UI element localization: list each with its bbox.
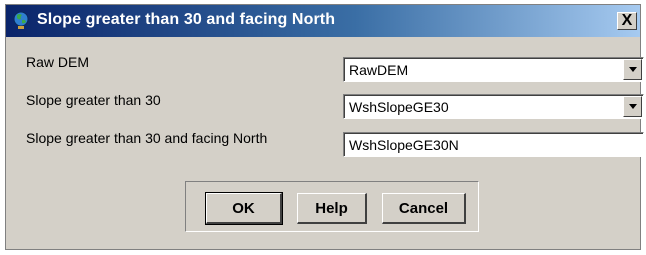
slope-ge30-north-input[interactable]: WshSlopeGE30N	[343, 132, 644, 157]
window-title: Slope greater than 30 and facing North	[37, 11, 336, 28]
slope-ge30-label: Slope greater than 30	[26, 92, 161, 108]
slope-ge30-value: WshSlopeGE30	[349, 99, 449, 115]
dialog-window: Slope greater than 30 and facing North X…	[5, 4, 644, 250]
raw-dem-label: Raw DEM	[26, 54, 90, 70]
close-icon: X	[621, 12, 633, 29]
button-group: OK Help Cancel	[185, 181, 479, 232]
slope-ge30-north-label: Slope greater than 30 and facing North	[26, 130, 268, 146]
help-button[interactable]: Help	[297, 193, 367, 224]
chevron-down-icon[interactable]	[623, 59, 642, 80]
close-button[interactable]: X	[617, 12, 637, 30]
title-bar[interactable]: Slope greater than 30 and facing North X	[6, 5, 640, 37]
chevron-down-icon[interactable]	[623, 96, 642, 117]
raw-dem-value: RawDEM	[349, 62, 409, 78]
ok-button[interactable]: OK	[205, 192, 283, 225]
slope-ge30-combobox[interactable]: WshSlopeGE30	[343, 94, 644, 119]
globe-icon	[13, 11, 29, 29]
raw-dem-combobox[interactable]: RawDEM	[343, 57, 644, 82]
cancel-button[interactable]: Cancel	[382, 193, 466, 224]
slope-ge30-north-value: WshSlopeGE30N	[349, 137, 459, 153]
